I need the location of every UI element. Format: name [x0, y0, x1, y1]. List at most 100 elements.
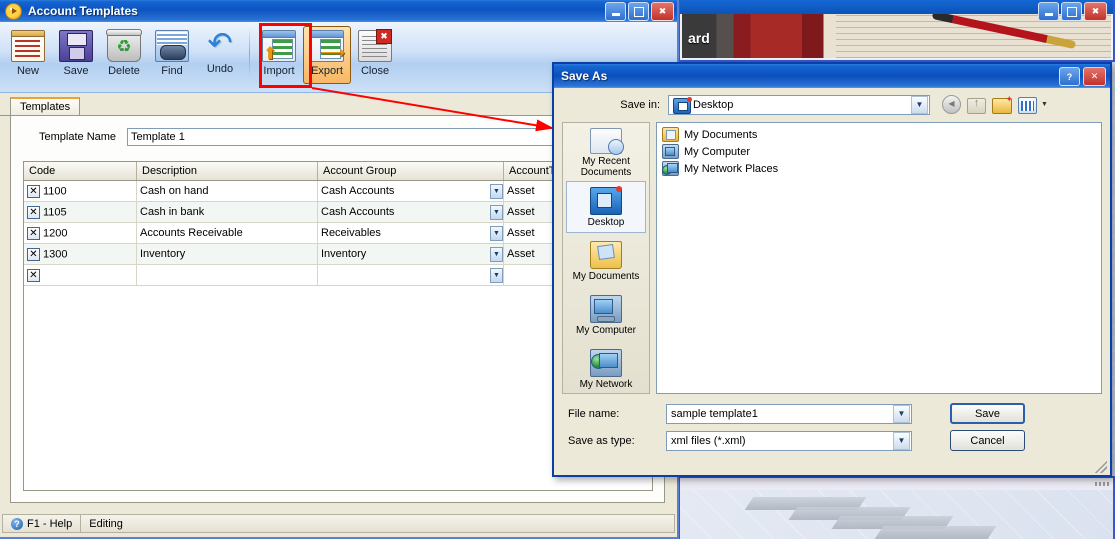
- cell-account-group[interactable]: Cash Accounts ▼: [317, 180, 504, 202]
- chevron-down-icon[interactable]: ▼: [490, 183, 503, 199]
- account-group-value: Cash Accounts: [321, 185, 395, 197]
- import-grid-icon: ⬆: [262, 30, 296, 62]
- help-button[interactable]: ?: [1059, 67, 1080, 86]
- views-chevron-icon[interactable]: ▼: [1041, 101, 1048, 108]
- list-item[interactable]: My Network Places: [660, 160, 1101, 177]
- cell-description[interactable]: Accounts Receivable: [136, 222, 318, 244]
- place-my-documents[interactable]: My Documents: [566, 235, 646, 287]
- save-in-row: Save in: Desktop ▼ ▼: [562, 94, 1102, 115]
- chevron-down-icon[interactable]: ▼: [893, 404, 910, 423]
- chevron-down-icon[interactable]: ▼: [490, 204, 503, 220]
- new-folder-icon[interactable]: [992, 94, 1013, 114]
- places-bar: My Recent Documents Desktop My Documents…: [562, 122, 650, 394]
- resize-grip-icon[interactable]: [1095, 461, 1107, 473]
- place-my-computer[interactable]: My Computer: [566, 289, 646, 341]
- save-in-value: Desktop: [693, 98, 734, 111]
- file-name-label: File name:: [568, 407, 620, 420]
- folder-documents-icon: [662, 127, 679, 142]
- toolbar-button-delete[interactable]: Delete: [100, 26, 148, 84]
- delete-row-icon[interactable]: ✕: [27, 184, 40, 198]
- save-as-middle: My Recent Documents Desktop My Documents…: [562, 122, 1102, 394]
- dialog-nav-toolbar: ▼: [942, 94, 1048, 114]
- delete-row-icon[interactable]: ✕: [27, 226, 40, 240]
- maximize-button[interactable]: [628, 2, 649, 21]
- chevron-down-icon[interactable]: ▼: [490, 225, 503, 241]
- background-window-controls[interactable]: ✖: [1038, 2, 1107, 21]
- toolbar-button-import[interactable]: ⬆ Import: [255, 26, 303, 84]
- toolbar-button-new[interactable]: New: [4, 26, 52, 84]
- new-document-icon: [11, 30, 45, 62]
- toolbar-label-new: New: [16, 65, 39, 77]
- code-value: 1105: [43, 205, 67, 218]
- cancel-button[interactable]: Cancel: [950, 430, 1025, 451]
- close-button[interactable]: ✖: [651, 2, 674, 21]
- trash-recycle-icon: [106, 29, 142, 62]
- cell-code[interactable]: ✕ 1200: [24, 222, 137, 244]
- my-documents-icon: [590, 240, 622, 269]
- place-label: My Network: [579, 378, 633, 390]
- delete-row-icon[interactable]: ✕: [27, 268, 40, 282]
- minimize-button[interactable]: [605, 2, 626, 21]
- save-as-titlebar[interactable]: Save As ? ✕: [554, 64, 1110, 88]
- file-name-value[interactable]: sample template1: [667, 408, 893, 420]
- save-as-bottom: File name: sample template1 ▼ Save Save …: [562, 403, 1102, 451]
- save-as-type-combobox[interactable]: xml files (*.xml) ▼: [666, 430, 912, 451]
- cell-account-group[interactable]: Inventory ▼: [317, 243, 504, 265]
- file-name-combobox[interactable]: sample template1 ▼: [666, 403, 912, 424]
- views-icon[interactable]: [1018, 97, 1037, 114]
- cell-description[interactable]: Cash in bank: [136, 201, 318, 223]
- column-header-account-group[interactable]: Account Group: [317, 162, 504, 181]
- toolbar-button-undo[interactable]: Undo: [196, 26, 244, 84]
- cell-account-group[interactable]: Cash Accounts ▼: [317, 201, 504, 223]
- chevron-down-icon[interactable]: ▼: [911, 95, 928, 114]
- save-button[interactable]: Save: [950, 403, 1025, 424]
- background-window-bottom[interactable]: [678, 476, 1115, 539]
- my-network-icon: [590, 348, 622, 377]
- toolbar-label-import: Import: [263, 65, 295, 77]
- background-maximize-button[interactable]: [1061, 2, 1082, 21]
- toolbar-button-find[interactable]: Find: [148, 26, 196, 84]
- place-my-network[interactable]: My Network: [566, 343, 646, 395]
- toolbar-button-save[interactable]: Save: [52, 26, 100, 84]
- main-titlebar[interactable]: Account Templates ✖: [0, 0, 677, 22]
- cell-account-group[interactable]: ▼: [317, 264, 504, 286]
- delete-row-icon[interactable]: ✕: [27, 205, 40, 219]
- window-title: Account Templates: [28, 4, 138, 18]
- save-as-type-value: xml files (*.xml): [671, 434, 746, 447]
- desktop-folder-icon: [673, 96, 692, 114]
- toolbar-button-close[interactable]: Close: [351, 26, 399, 84]
- status-help[interactable]: ? F1 - Help: [3, 515, 82, 532]
- save-as-window-controls[interactable]: ? ✕: [1059, 67, 1106, 86]
- column-header-description[interactable]: Description: [136, 162, 318, 181]
- cell-code[interactable]: ✕ 1100: [24, 180, 137, 202]
- chevron-down-icon[interactable]: ▼: [490, 267, 503, 283]
- place-my-recent-documents[interactable]: My Recent Documents: [566, 127, 646, 179]
- cell-description[interactable]: Cash on hand: [136, 180, 318, 202]
- main-window-controls[interactable]: ✖: [605, 2, 674, 21]
- background-minimize-button[interactable]: [1038, 2, 1059, 21]
- cell-code[interactable]: ✕ 1300: [24, 243, 137, 265]
- save-in-combobox[interactable]: Desktop ▼: [668, 94, 930, 115]
- close-icon[interactable]: ✕: [1083, 67, 1106, 86]
- column-header-code[interactable]: Code: [24, 162, 137, 181]
- up-one-level-icon[interactable]: [967, 97, 986, 114]
- chevron-down-icon[interactable]: ▼: [490, 246, 503, 262]
- list-item[interactable]: My Computer: [660, 143, 1101, 160]
- toolbar-button-export[interactable]: ⟶ Export: [303, 26, 351, 84]
- delete-row-icon[interactable]: ✕: [27, 247, 40, 261]
- background-close-button[interactable]: ✖: [1084, 2, 1107, 21]
- tab-templates[interactable]: Templates: [10, 97, 81, 115]
- cell-code[interactable]: ✕ 1105: [24, 201, 137, 223]
- file-list[interactable]: My Documents My Computer My Network Plac…: [656, 122, 1102, 394]
- list-item[interactable]: My Documents: [660, 126, 1101, 143]
- place-label: My Recent Documents: [580, 156, 632, 178]
- cell-code[interactable]: ✕: [24, 264, 137, 286]
- place-desktop[interactable]: Desktop: [566, 181, 646, 233]
- toolbar-label-delete: Delete: [108, 65, 140, 77]
- background-watermark-image: [680, 490, 1113, 539]
- cell-description[interactable]: Inventory: [136, 243, 318, 265]
- cell-account-group[interactable]: Receivables ▼: [317, 222, 504, 244]
- chevron-down-icon[interactable]: ▼: [893, 431, 910, 450]
- cell-description[interactable]: [136, 264, 318, 286]
- back-icon[interactable]: [942, 95, 961, 114]
